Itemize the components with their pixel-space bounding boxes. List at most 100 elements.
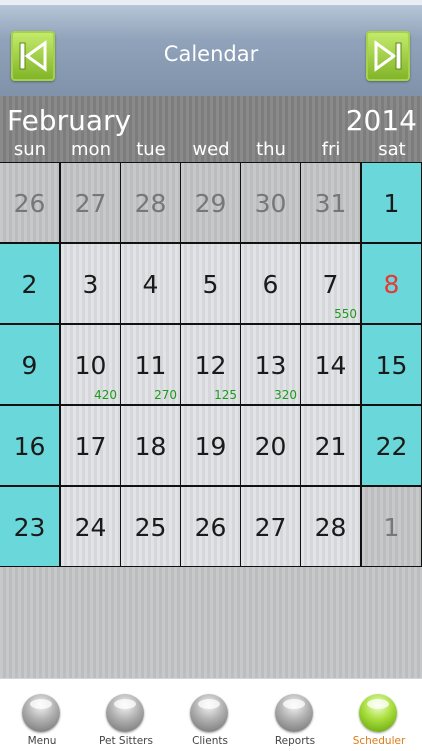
day-number: 28	[314, 513, 347, 542]
calendar-day-cell[interactable]: 3	[61, 244, 120, 323]
tab-pet-sitters[interactable]: Pet Sitters	[84, 681, 168, 749]
weekday-header-mon: mon	[71, 139, 111, 160]
day-number: 10	[74, 351, 107, 380]
calendar-day-cell[interactable]: 1	[362, 487, 421, 566]
calendar-day-cell[interactable]: 4	[121, 244, 180, 323]
calendar-day-cell[interactable]: 10 420	[61, 325, 120, 404]
day-number: 9	[21, 351, 38, 380]
day-number: 19	[194, 432, 227, 461]
day-number: 31	[314, 189, 347, 218]
calendar-day-cell[interactable]: 16	[0, 406, 59, 485]
day-number: 11	[134, 351, 167, 380]
day-number: 15	[375, 351, 408, 380]
month-label: February	[7, 104, 132, 137]
weekday-header-tue: tue	[136, 139, 166, 160]
day-number: 17	[74, 432, 107, 461]
day-number: 2	[21, 270, 38, 299]
day-number: 20	[254, 432, 287, 461]
day-number: 28	[134, 189, 167, 218]
day-number: 26	[194, 513, 227, 542]
calendar-day-cell[interactable]: 15	[362, 325, 421, 404]
tab-reports[interactable]: Reports	[253, 681, 337, 749]
tab-scheduler[interactable]: Scheduler	[337, 681, 421, 749]
day-amount: 420	[94, 388, 117, 402]
day-number: 27	[254, 513, 287, 542]
calendar-empty-area	[0, 567, 422, 678]
calendar-day-cell[interactable]: 14	[301, 325, 360, 404]
reports-ball-icon	[275, 694, 313, 732]
day-number: 23	[13, 513, 46, 542]
calendar-day-cell[interactable]: 2	[0, 244, 59, 323]
bottom-tab-bar: Menu Pet Sitters Clients Reports Scheduler	[0, 678, 422, 751]
day-number: 5	[202, 270, 219, 299]
calendar-day-cell[interactable]: 9	[0, 325, 59, 404]
calendar-day-cell[interactable]: 20	[241, 406, 300, 485]
next-month-button[interactable]	[366, 31, 410, 81]
calendar-day-cell[interactable]: 29	[181, 163, 240, 242]
calendar-day-cell[interactable]: 11 270	[121, 325, 180, 404]
day-amount: 270	[154, 388, 177, 402]
tab-label: Menu	[27, 735, 57, 747]
day-number: 8	[383, 270, 400, 299]
calendar-day-cell[interactable]: 31	[301, 163, 360, 242]
day-number: 21	[314, 432, 347, 461]
scheduler-ball-icon	[359, 694, 397, 732]
calendar-day-cell[interactable]: 26	[0, 163, 59, 242]
tab-label: Clients	[192, 735, 228, 747]
calendar-day-cell[interactable]: 26	[181, 487, 240, 566]
calendar-day-cell[interactable]: 1	[362, 163, 421, 242]
weekday-header-fri: fri	[321, 139, 341, 160]
calendar-day-cell[interactable]: 23	[0, 487, 59, 566]
calendar-day-cell[interactable]: 25	[121, 487, 180, 566]
calendar-day-cell[interactable]: 12 125	[181, 325, 240, 404]
skip-next-icon	[374, 40, 402, 72]
year-label: 2014	[345, 104, 417, 137]
day-number: 4	[142, 270, 159, 299]
tab-clients[interactable]: Clients	[168, 681, 252, 749]
page-title: Calendar	[163, 42, 259, 66]
calendar-day-cell[interactable]: 28	[121, 163, 180, 242]
calendar-grid: 26 27 28 29 30 31 1 2 3 4 5 6 7 550 8 9 10 420 11 270 12 125 1…	[0, 162, 422, 567]
calendar-day-cell[interactable]: 27	[241, 487, 300, 566]
day-number: 12	[194, 351, 227, 380]
calendar-day-cell[interactable]: 18	[121, 406, 180, 485]
day-number: 29	[194, 189, 227, 218]
day-number: 27	[74, 189, 107, 218]
tab-menu[interactable]: Menu	[0, 681, 84, 749]
day-number: 16	[13, 432, 46, 461]
day-number: 3	[82, 270, 99, 299]
calendar-day-cell[interactable]: 24	[61, 487, 120, 566]
tab-label: Scheduler	[352, 735, 406, 747]
weekday-header-wed: wed	[192, 139, 230, 160]
calendar-day-cell[interactable]: 22	[362, 406, 421, 485]
day-number: 13	[254, 351, 287, 380]
day-amount: 125	[214, 388, 237, 402]
header-top-line	[0, 0, 422, 5]
day-number: 1	[383, 189, 400, 218]
calendar-day-cell[interactable]: 17	[61, 406, 120, 485]
calendar-day-cell[interactable]: 7 550	[301, 244, 360, 323]
day-number: 14	[314, 351, 347, 380]
day-number: 18	[134, 432, 167, 461]
day-number: 24	[74, 513, 107, 542]
day-amount: 320	[274, 388, 297, 402]
clients-ball-icon	[190, 694, 228, 732]
calendar-day-cell[interactable]: 5	[181, 244, 240, 323]
calendar-day-cell[interactable]: 21	[301, 406, 360, 485]
app-header: Calendar	[0, 0, 422, 96]
day-number: 30	[254, 189, 287, 218]
day-number: 1	[383, 513, 400, 542]
calendar-day-cell[interactable]: 13 320	[241, 325, 300, 404]
day-number: 25	[134, 513, 167, 542]
calendar-day-cell[interactable]: 19	[181, 406, 240, 485]
day-number: 26	[13, 189, 46, 218]
tab-label: Reports	[274, 735, 316, 747]
weekday-header-sun: sun	[13, 139, 47, 160]
calendar-day-cell[interactable]: 6	[241, 244, 300, 323]
menu-ball-icon	[22, 694, 60, 732]
calendar-day-cell[interactable]: 28	[301, 487, 360, 566]
calendar-day-cell[interactable]: 27	[61, 163, 120, 242]
tab-label: Pet Sitters	[99, 735, 153, 747]
calendar-day-cell[interactable]: 30	[241, 163, 300, 242]
calendar-day-cell[interactable]: 8	[362, 244, 421, 323]
